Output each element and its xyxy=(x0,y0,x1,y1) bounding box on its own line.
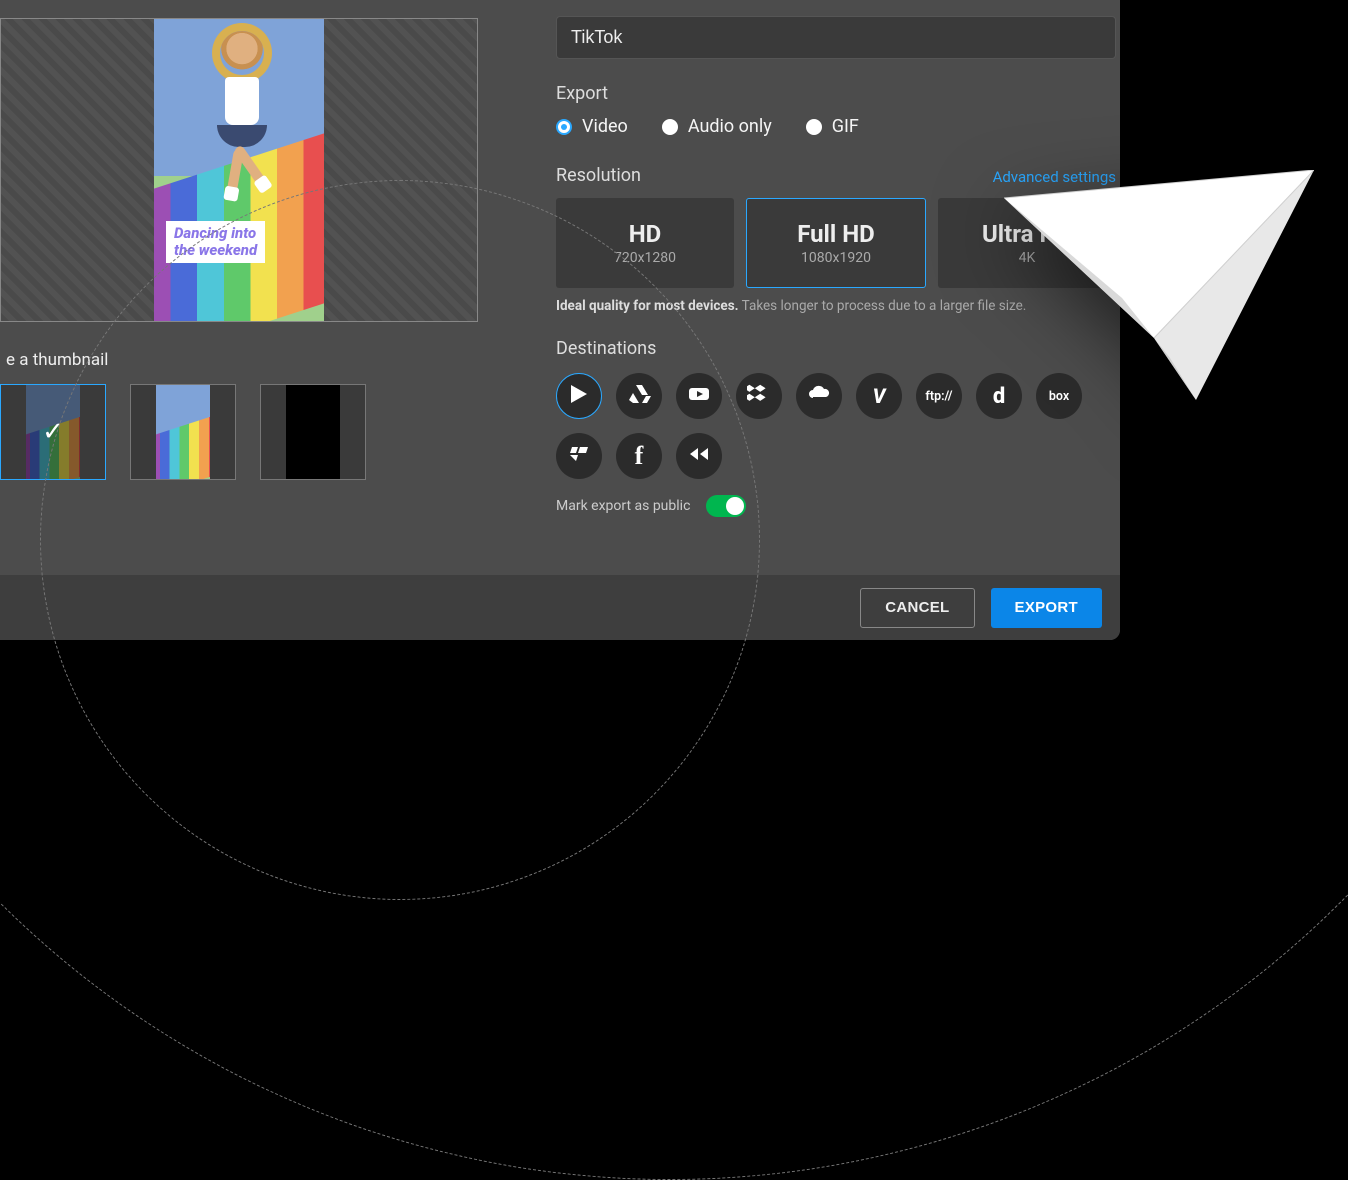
destination-brightcove[interactable] xyxy=(556,433,602,479)
caption-line-2: the weekend xyxy=(174,241,257,259)
destination-youtube[interactable] xyxy=(676,373,722,419)
destinations-label: Destinations xyxy=(556,338,1116,359)
preview-caption: Dancing into the weekend xyxy=(166,221,265,264)
public-toggle-label: Mark export as public xyxy=(556,498,690,514)
dropbox-icon xyxy=(747,382,771,411)
facebook-icon: f xyxy=(635,441,644,471)
cancel-button[interactable]: CANCEL xyxy=(860,588,974,628)
box-icon: box xyxy=(1049,389,1069,404)
youtube-icon xyxy=(687,382,711,411)
destination-dailymotion[interactable]: d xyxy=(976,373,1022,419)
resolution-sub: 720x1280 xyxy=(614,250,676,266)
wevideo-icon xyxy=(567,382,591,411)
resolution-note: Ideal quality for most devices. Takes lo… xyxy=(556,298,1116,314)
person-graphic xyxy=(202,31,282,201)
destination-box[interactable]: box xyxy=(1036,373,1082,419)
video-preview: Dancing into the weekend xyxy=(0,18,478,322)
export-button[interactable]: EXPORT xyxy=(991,588,1102,628)
preview-vertical-frame: Dancing into the weekend xyxy=(154,19,324,321)
rewind-icon xyxy=(687,442,711,471)
destination-ftp[interactable]: ftp:// xyxy=(916,373,962,419)
export-type-label: Export xyxy=(556,83,1116,104)
export-type-video[interactable]: Video xyxy=(556,116,628,137)
export-modal: Dancing into the weekend e a thumbnail ✓ xyxy=(0,0,1120,640)
radio-label: Video xyxy=(582,116,628,137)
ftp-icon: ftp:// xyxy=(925,389,952,404)
export-type-gif[interactable]: GIF xyxy=(806,116,859,137)
radio-label: GIF xyxy=(832,116,859,137)
resolution-options: HD 720x1280 Full HD 1080x1920 Ultra HD 4K xyxy=(556,198,1116,288)
radio-label: Audio only xyxy=(688,116,772,137)
resolution-note-bold: Ideal quality for most devices. xyxy=(556,298,739,314)
destination-wevideo[interactable] xyxy=(556,373,602,419)
export-type-audio-only[interactable]: Audio only xyxy=(662,116,772,137)
resolution-sub: 4K xyxy=(1019,250,1036,266)
destination-vimeo[interactable]: V xyxy=(856,373,902,419)
destination-google-drive[interactable] xyxy=(616,373,662,419)
advanced-settings-link[interactable]: Advanced settings xyxy=(993,168,1116,186)
export-name-input[interactable] xyxy=(556,16,1116,59)
export-type-radios: Video Audio only GIF xyxy=(556,116,1116,137)
thumbnail-image xyxy=(156,385,210,479)
resolution-title: Full HD xyxy=(797,220,875,248)
caption-line-1: Dancing into xyxy=(174,224,256,242)
resolution-title: Ultra HD xyxy=(982,220,1072,248)
resolution-hd[interactable]: HD 720x1280 xyxy=(556,198,734,288)
resolution-note-text: Takes longer to process due to a larger … xyxy=(739,298,1027,314)
thumbnail-option-3[interactable] xyxy=(260,384,366,480)
modal-body: Dancing into the weekend e a thumbnail ✓ xyxy=(0,0,1120,575)
destination-rewind[interactable] xyxy=(676,433,722,479)
thumbnail-option-1[interactable]: ✓ xyxy=(0,384,106,480)
resolution-ultra-hd[interactable]: Ultra HD 4K xyxy=(938,198,1116,288)
check-icon: ✓ xyxy=(42,417,64,447)
modal-footer: CANCEL EXPORT xyxy=(0,575,1120,640)
onedrive-icon xyxy=(807,382,831,411)
thumbnail-section-label: e a thumbnail xyxy=(0,350,478,370)
resolution-sub: 1080x1920 xyxy=(801,250,871,266)
radio-icon xyxy=(806,119,822,135)
vimeo-icon: V xyxy=(873,384,886,408)
destinations-row: Vftp:// d box f xyxy=(556,373,1116,479)
thumbnail-image xyxy=(286,385,340,479)
destination-facebook[interactable]: f xyxy=(616,433,662,479)
radio-icon xyxy=(662,119,678,135)
destination-onedrive[interactable] xyxy=(796,373,842,419)
brightcove-icon xyxy=(567,442,591,471)
thumbnail-option-2[interactable] xyxy=(130,384,236,480)
preview-column: Dancing into the weekend e a thumbnail ✓ xyxy=(0,0,478,575)
dailymotion-icon: d xyxy=(993,384,1005,409)
resolution-label: Resolution xyxy=(556,165,641,186)
resolution-title: HD xyxy=(629,220,662,248)
radio-icon xyxy=(556,119,572,135)
settings-column: Export Video Audio only GIF Resolution Adv… xyxy=(478,0,1120,575)
thumbnail-row: ✓ xyxy=(0,384,478,480)
public-toggle[interactable] xyxy=(706,495,746,517)
destination-dropbox[interactable] xyxy=(736,373,782,419)
google-drive-icon xyxy=(627,382,651,411)
resolution-full-hd[interactable]: Full HD 1080x1920 xyxy=(746,198,926,288)
